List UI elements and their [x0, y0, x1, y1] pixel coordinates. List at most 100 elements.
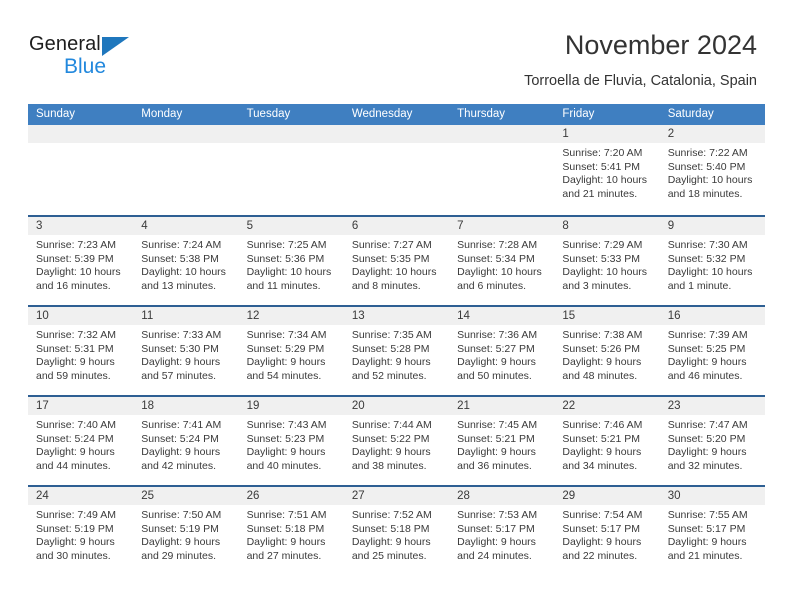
sunset-text: Sunset: 5:29 PM — [246, 342, 325, 355]
day-cell[interactable]: 13 Sunrise: 7:35 AM Sunset: 5:28 PM Dayligh… — [343, 307, 450, 395]
sunset-text: Sunset: 5:19 PM — [36, 522, 114, 535]
day-cell[interactable]: 10 Sunrise: 7:32 AM Sunset: 5:31 PM Dayligh… — [28, 307, 134, 395]
daylight-text-line2: and 54 minutes. — [246, 369, 322, 382]
day-number: 13 — [351, 310, 365, 322]
day-cell[interactable]: 5 Sunrise: 7:25 AM Sunset: 5:36 PM Daylight… — [238, 217, 344, 305]
day-details: Sunrise: 7:43 AM Sunset: 5:23 PM Daylight:… — [238, 415, 344, 485]
day-cell[interactable]: 7 Sunrise: 7:28 AM Sunset: 5:34 PM Daylight… — [449, 217, 555, 305]
sunset-text: Sunset: 5:26 PM — [562, 342, 641, 355]
sunrise-text: Sunrise: 7:28 AM — [457, 239, 538, 251]
daylight-text-line2: and 21 minutes. — [562, 187, 638, 200]
sunset-text: Sunset: 5:31 PM — [36, 342, 114, 355]
day-number: 18 — [141, 400, 155, 412]
day-cell[interactable]: 20 Sunrise: 7:44 AM Sunset: 5:22 PM Dayligh… — [343, 397, 450, 485]
sunrise-text: Sunrise: 7:33 AM — [141, 329, 222, 341]
calendar-week-row: 1 Sunrise: 7:20 AM Sunset: 5:41 PM Daylight… — [28, 125, 765, 215]
day-cell[interactable]: 29 Sunrise: 7:54 AM Sunset: 5:17 PM Dayligh… — [554, 487, 660, 575]
day-number-band: 18 — [133, 397, 239, 415]
day-number: 11 — [141, 310, 154, 322]
day-cell[interactable]: 6 Sunrise: 7:27 AM Sunset: 5:35 PM Daylight… — [343, 217, 450, 305]
daylight-text-line1: Daylight: 9 hours — [351, 446, 431, 459]
day-number-band: 15 — [554, 307, 660, 325]
day-cell[interactable]: 26 Sunrise: 7:51 AM Sunset: 5:18 PM Dayligh… — [238, 487, 344, 575]
sunset-text: Sunset: 5:17 PM — [667, 522, 746, 535]
daylight-text-line1: Daylight: 9 hours — [351, 356, 431, 369]
day-cell[interactable]: 23 Sunrise: 7:47 AM Sunset: 5:20 PM Dayligh… — [659, 397, 765, 485]
sunrise-text: Sunrise: 7:34 AM — [246, 329, 327, 341]
day-cell[interactable]: 30 Sunrise: 7:55 AM Sunset: 5:17 PM Dayligh… — [659, 487, 765, 575]
day-details: Sunrise: 7:41 AM Sunset: 5:24 PM Daylight:… — [133, 415, 239, 485]
day-details: Sunrise: 7:44 AM Sunset: 5:22 PM Daylight:… — [343, 415, 450, 485]
day-number: 27 — [351, 490, 365, 502]
sunset-text: Sunset: 5:18 PM — [246, 522, 325, 535]
day-cell[interactable]: 18 Sunrise: 7:41 AM Sunset: 5:24 PM Dayligh… — [133, 397, 239, 485]
day-cell[interactable]: 2 Sunrise: 7:22 AM Sunset: 5:40 PM Daylight… — [659, 125, 765, 215]
day-cell[interactable]: 14 Sunrise: 7:36 AM Sunset: 5:27 PM Dayligh… — [449, 307, 555, 395]
day-details: Sunrise: 7:32 AM Sunset: 5:31 PM Daylight:… — [28, 325, 134, 395]
title-block: November 2024 Torroella de Fluvia, Catal… — [524, 28, 757, 91]
day-cell[interactable]: 16 Sunrise: 7:39 AM Sunset: 5:25 PM Dayligh… — [659, 307, 765, 395]
daylight-text-line2: and 34 minutes. — [562, 459, 638, 472]
day-number: 21 — [457, 400, 470, 412]
sunrise-text: Sunrise: 7:45 AM — [457, 419, 538, 431]
day-cell[interactable]: 22 Sunrise: 7:46 AM Sunset: 5:21 PM Dayligh… — [554, 397, 660, 485]
day-cell[interactable]: 24 Sunrise: 7:49 AM Sunset: 5:19 PM Dayligh… — [28, 487, 134, 575]
daylight-text-line1: Daylight: 9 hours — [36, 536, 115, 549]
day-cell[interactable]: 1 Sunrise: 7:20 AM Sunset: 5:41 PM Daylight… — [554, 125, 660, 215]
day-cell[interactable]: 15 Sunrise: 7:38 AM Sunset: 5:26 PM Dayligh… — [554, 307, 660, 395]
sunrise-text: Sunrise: 7:49 AM — [36, 509, 116, 521]
day-cell[interactable]: 9 Sunrise: 7:30 AM Sunset: 5:32 PM Daylight… — [659, 217, 765, 305]
daylight-text-line2: and 27 minutes. — [246, 549, 322, 562]
daylight-text-line1: Daylight: 9 hours — [36, 446, 115, 459]
day-cell[interactable]: 25 Sunrise: 7:50 AM Sunset: 5:19 PM Dayligh… — [133, 487, 239, 575]
daylight-text-line2: and 52 minutes. — [351, 369, 427, 382]
day-cell[interactable]: 28 Sunrise: 7:53 AM Sunset: 5:17 PM Dayligh… — [449, 487, 555, 575]
day-cell-empty — [28, 125, 134, 215]
day-number-band: 25 — [133, 487, 239, 505]
weekday-header-saturday: Saturday — [667, 108, 714, 120]
day-cell[interactable]: 21 Sunrise: 7:45 AM Sunset: 5:21 PM Dayligh… — [449, 397, 555, 485]
brand-logo[interactable]: General Blue — [29, 33, 229, 85]
day-details: Sunrise: 7:50 AM Sunset: 5:19 PM Daylight:… — [133, 505, 239, 575]
day-cell[interactable]: 8 Sunrise: 7:29 AM Sunset: 5:33 PM Daylight… — [554, 217, 660, 305]
day-details: Sunrise: 7:35 AM Sunset: 5:28 PM Daylight:… — [343, 325, 450, 395]
weekday-header-tuesday: Tuesday — [246, 108, 291, 120]
sunrise-text: Sunrise: 7:23 AM — [36, 239, 116, 251]
daylight-text-line1: Daylight: 9 hours — [141, 356, 221, 369]
day-number-band — [133, 125, 239, 143]
day-details: Sunrise: 7:49 AM Sunset: 5:19 PM Daylight:… — [28, 505, 134, 575]
day-number: 29 — [562, 490, 576, 502]
sunset-text: Sunset: 5:39 PM — [36, 252, 114, 265]
day-number-band: 23 — [659, 397, 765, 415]
day-details: Sunrise: 7:36 AM Sunset: 5:27 PM Daylight:… — [449, 325, 555, 395]
page-subtitle: Torroella de Fluvia, Catalonia, Spain — [524, 73, 757, 89]
sunrise-text: Sunrise: 7:44 AM — [351, 419, 432, 431]
daylight-text-line1: Daylight: 9 hours — [246, 356, 326, 369]
weekday-header-friday: Friday — [562, 108, 595, 120]
sunrise-text: Sunrise: 7:29 AM — [562, 239, 643, 251]
daylight-text-line2: and 30 minutes. — [36, 549, 111, 562]
day-cell[interactable]: 4 Sunrise: 7:24 AM Sunset: 5:38 PM Daylight… — [133, 217, 239, 305]
daylight-text-line1: Daylight: 9 hours — [667, 356, 747, 369]
day-details: Sunrise: 7:20 AM Sunset: 5:41 PM Daylight:… — [554, 143, 660, 213]
day-number: 7 — [457, 220, 464, 232]
day-cell-empty — [449, 125, 555, 215]
sunset-text: Sunset: 5:40 PM — [667, 160, 746, 173]
day-cell[interactable]: 3 Sunrise: 7:23 AM Sunset: 5:39 PM Daylight… — [28, 217, 134, 305]
day-cell[interactable]: 27 Sunrise: 7:52 AM Sunset: 5:18 PM Dayligh… — [343, 487, 450, 575]
day-cell[interactable]: 17 Sunrise: 7:40 AM Sunset: 5:24 PM Dayligh… — [28, 397, 134, 485]
day-cell[interactable]: 11 Sunrise: 7:33 AM Sunset: 5:30 PM Dayligh… — [133, 307, 239, 395]
sunrise-text: Sunrise: 7:30 AM — [667, 239, 748, 251]
daylight-text-line2: and 13 minutes. — [141, 279, 216, 292]
day-cell[interactable]: 19 Sunrise: 7:43 AM Sunset: 5:23 PM Dayligh… — [238, 397, 344, 485]
daylight-text-line1: Daylight: 10 hours — [457, 266, 542, 279]
day-cell[interactable]: 12 Sunrise: 7:34 AM Sunset: 5:29 PM Dayligh… — [238, 307, 344, 395]
daylight-text-line2: and 21 minutes. — [667, 549, 743, 562]
daylight-text-line1: Daylight: 9 hours — [562, 536, 642, 549]
daylight-text-line1: Daylight: 9 hours — [457, 536, 536, 549]
day-number-band: 6 — [343, 217, 450, 235]
sunset-text: Sunset: 5:32 PM — [667, 252, 746, 265]
day-number-band: 22 — [554, 397, 660, 415]
sunrise-text: Sunrise: 7:24 AM — [141, 239, 222, 251]
day-details: Sunrise: 7:23 AM Sunset: 5:39 PM Daylight:… — [28, 235, 134, 305]
